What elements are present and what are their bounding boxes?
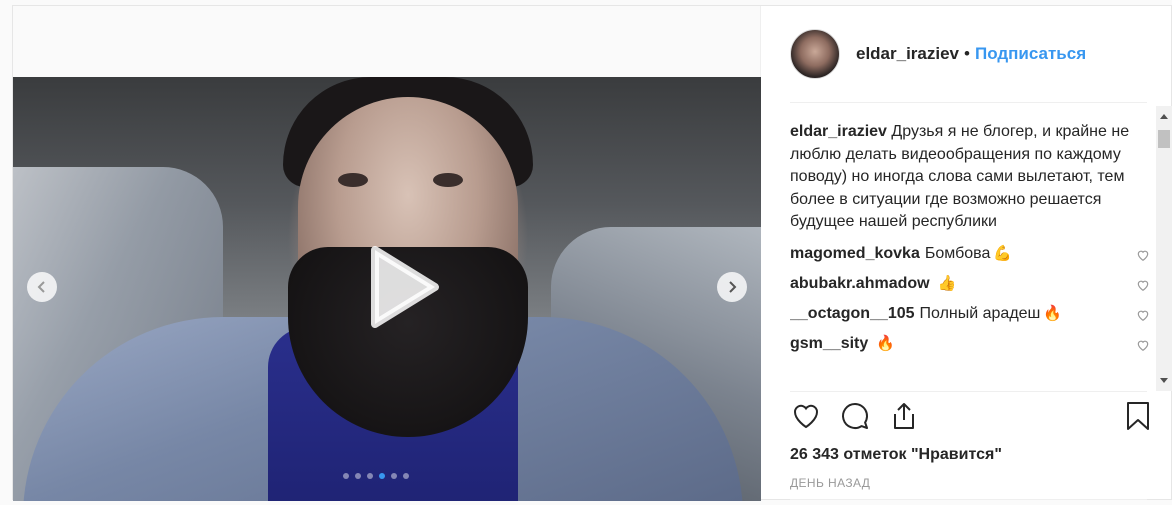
divider	[790, 499, 1147, 500]
heart-icon[interactable]	[1136, 308, 1150, 322]
divider	[790, 391, 1147, 392]
carousel-dot[interactable]	[379, 473, 385, 479]
video-person-eye-right	[433, 173, 463, 187]
scroll-down-icon[interactable]	[1160, 378, 1168, 383]
comments-list[interactable]: eldar_iraziev Друзья я не блогер, и край…	[790, 121, 1150, 391]
thumbs-up-emoji: 👍	[937, 275, 957, 293]
carousel-dot[interactable]	[403, 473, 409, 479]
comment-text: Бомбова	[924, 245, 991, 263]
list-item: gsm__sity 🔥	[790, 330, 1150, 360]
video-player[interactable]	[13, 77, 761, 501]
list-item: abubakr.ahmadow 👍	[790, 270, 1150, 300]
carousel-dot[interactable]	[343, 473, 349, 479]
comments-scrollbar[interactable]	[1156, 106, 1172, 391]
header-separator: •	[964, 44, 970, 63]
comment-bubble-icon[interactable]	[839, 400, 871, 432]
list-item: magomed_kovka Бомбова 💪	[790, 240, 1150, 270]
video-person-eye-left	[338, 173, 368, 187]
author-username[interactable]: eldar_iraziev	[856, 44, 959, 64]
post-caption: eldar_iraziev Друзья я не блогер, и край…	[790, 121, 1150, 234]
list-item: __octagon__105 Полный арадеш 🔥	[790, 300, 1150, 330]
post-media	[13, 6, 761, 501]
likes-count[interactable]: 26 343 отметок "Нравится"	[790, 446, 1002, 464]
heart-icon[interactable]	[1136, 278, 1150, 292]
fire-emoji: 🔥	[876, 335, 895, 353]
comment-username[interactable]: __octagon__105	[790, 303, 915, 326]
play-icon[interactable]	[353, 242, 443, 332]
carousel-indicator	[343, 473, 409, 479]
avatar[interactable]	[790, 29, 840, 79]
heart-icon[interactable]	[790, 400, 822, 432]
caption-username[interactable]: eldar_iraziev	[790, 123, 887, 140]
post-timestamp[interactable]: ДЕНЬ НАЗАД	[790, 476, 870, 490]
flexed-biceps-emoji: 💪	[993, 245, 1013, 263]
post-actions	[790, 398, 1152, 438]
chevron-right-icon	[729, 281, 737, 293]
divider	[790, 102, 1147, 103]
carousel-prev-button[interactable]	[27, 272, 57, 302]
heart-icon[interactable]	[1136, 248, 1150, 262]
carousel-dot[interactable]	[355, 473, 361, 479]
bookmark-icon[interactable]	[1124, 400, 1152, 432]
post-frame: eldar_iraziev • Подписаться eldar_irazie…	[12, 5, 1172, 501]
comment-text: Полный арадеш	[919, 305, 1041, 323]
post-header: eldar_iraziev • Подписаться	[761, 6, 1172, 102]
follow-button[interactable]: Подписаться	[975, 44, 1086, 64]
carousel-dot[interactable]	[391, 473, 397, 479]
carousel-next-button[interactable]	[717, 272, 747, 302]
comment-username[interactable]: magomed_kovka	[790, 243, 920, 266]
heart-icon[interactable]	[1136, 338, 1150, 352]
post-sidebar: eldar_iraziev • Подписаться eldar_irazie…	[761, 6, 1172, 501]
fire-emoji: 🔥	[1043, 305, 1063, 323]
share-icon[interactable]	[888, 400, 920, 432]
comment-username[interactable]: abubakr.ahmadow	[790, 273, 930, 296]
chevron-left-icon	[37, 281, 45, 293]
comment-username[interactable]: gsm__sity	[790, 333, 868, 356]
scrollbar-thumb[interactable]	[1158, 130, 1170, 148]
carousel-dot[interactable]	[367, 473, 373, 479]
scroll-up-icon[interactable]	[1160, 114, 1168, 119]
